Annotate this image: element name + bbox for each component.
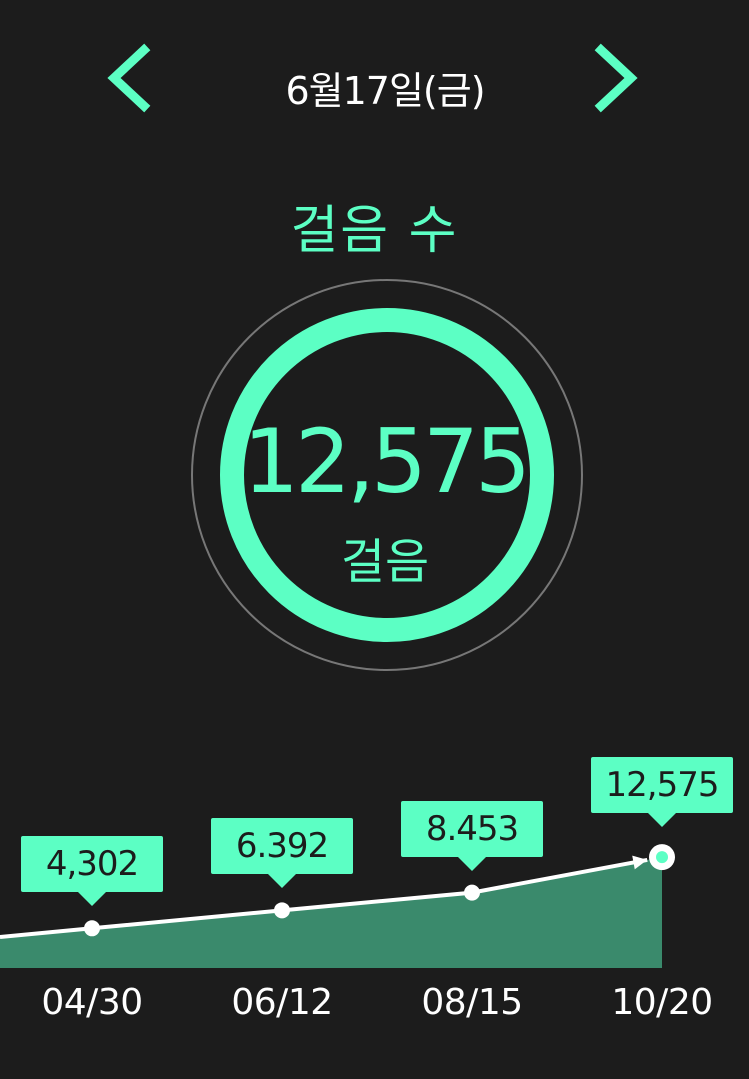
x-tick-label: 08/15 bbox=[421, 982, 523, 1023]
chart-point[interactable] bbox=[274, 902, 290, 919]
chart-value-label: 12,575 bbox=[591, 757, 733, 828]
x-tick-label: 04/30 bbox=[41, 982, 143, 1023]
x-tick-label: 06/12 bbox=[231, 982, 333, 1023]
chart-value-label: 6.392 bbox=[211, 818, 353, 889]
chart-value-label: 4,302 bbox=[21, 836, 163, 907]
chart-point[interactable] bbox=[84, 920, 100, 937]
step-trend-chart bbox=[0, 844, 675, 968]
step-screen: 6월17일(금) 걸음 수 12,575 걸음 4,302 6.392 8.453 1… bbox=[0, 0, 749, 1079]
chart-point-highlight-core bbox=[656, 851, 668, 864]
chart-value-label: 8.453 bbox=[401, 800, 543, 871]
x-tick-label: 10/20 bbox=[611, 982, 713, 1023]
chart-point[interactable] bbox=[464, 884, 480, 901]
